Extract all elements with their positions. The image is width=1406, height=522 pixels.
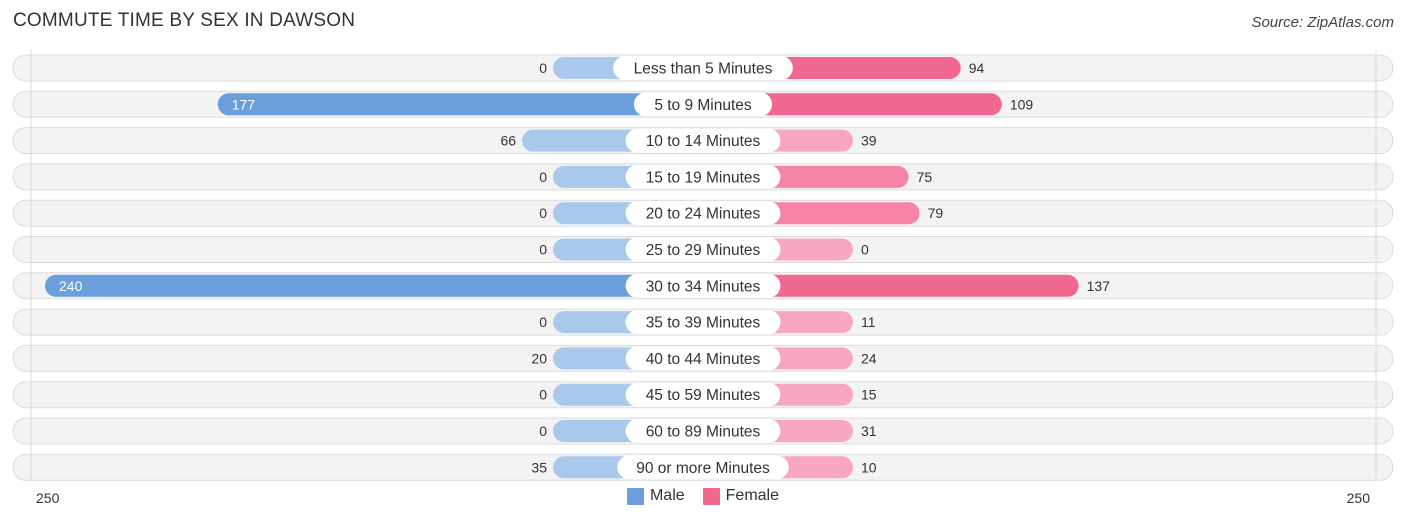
value-label-male: 240: [59, 278, 83, 294]
category-label: 25 to 29 Minutes: [646, 242, 761, 259]
bar-row: 5 to 9 Minutes 177 109: [12, 90, 1394, 118]
bar-row: Less than 5 Minutes 0 94: [12, 54, 1394, 82]
legend-swatch-female: [702, 487, 720, 505]
category-label: 15 to 19 Minutes: [646, 169, 761, 186]
value-label-male: 0: [539, 314, 547, 330]
legend: Male Female: [0, 487, 1406, 505]
bar-male: [217, 93, 703, 116]
value-label-male: 35: [531, 459, 547, 475]
value-label-female: 94: [969, 60, 985, 76]
bar-row: 25 to 29 Minutes 0 0: [12, 236, 1394, 263]
value-label-female: 31: [861, 423, 877, 439]
value-label-female: 137: [1087, 278, 1111, 294]
value-label-female: 0: [861, 242, 869, 258]
category-label: 35 to 39 Minutes: [646, 315, 761, 332]
category-label: Less than 5 Minutes: [634, 61, 773, 78]
bar-row: 20 to 24 Minutes 0 79: [12, 199, 1394, 227]
value-label-female: 15: [861, 387, 877, 403]
value-label-male: 0: [539, 242, 547, 258]
category-label: 40 to 44 Minutes: [646, 351, 761, 368]
bar-row: 40 to 44 Minutes 20 24: [12, 344, 1394, 372]
legend-label-female: Female: [725, 487, 780, 504]
bar-row: 30 to 34 Minutes 240 137: [12, 272, 1394, 300]
value-label-female: 11: [861, 314, 876, 330]
category-label: 20 to 24 Minutes: [646, 206, 761, 223]
bar-row: 60 to 89 Minutes 0 31: [12, 417, 1394, 445]
category-label: 10 to 14 Minutes: [646, 133, 761, 150]
value-label-female: 24: [861, 350, 877, 366]
value-label-female: 75: [917, 169, 933, 185]
value-label-male: 0: [539, 169, 547, 185]
category-label: 45 to 59 Minutes: [646, 387, 761, 404]
category-label: 60 to 89 Minutes: [646, 424, 761, 441]
value-label-female: 10: [861, 459, 877, 475]
value-label-female: 79: [928, 205, 944, 221]
value-label-male: 0: [539, 60, 547, 76]
legend-label-male: Male: [649, 487, 685, 504]
legend-item-male[interactable]: Male: [626, 487, 685, 505]
value-label-male: 0: [539, 205, 547, 221]
value-label-female: 39: [861, 133, 877, 149]
legend-item-female[interactable]: Female: [702, 487, 780, 505]
category-label: 90 or more Minutes: [636, 460, 770, 477]
value-label-male: 20: [531, 350, 547, 366]
bar-row: 35 to 39 Minutes 0 11: [12, 308, 1394, 336]
chart-area: Less than 5 Minutes 0 94 5 to 9 Minutes 177 1…: [12, 50, 1394, 506]
value-label-female: 109: [1010, 96, 1034, 112]
value-label-male: 66: [500, 133, 516, 149]
value-label-male: 0: [539, 387, 547, 403]
category-label: 5 to 9 Minutes: [654, 97, 752, 114]
bar-male: [45, 274, 703, 297]
bar-row: 45 to 59 Minutes 0 15: [12, 381, 1394, 409]
bar-row: 90 or more Minutes 35 10: [12, 453, 1394, 481]
legend-swatch-male: [626, 487, 644, 505]
category-label: 30 to 34 Minutes: [646, 278, 761, 295]
value-label-male: 0: [539, 423, 547, 439]
value-label-male: 177: [232, 96, 256, 112]
bar-row: 15 to 19 Minutes 0 75: [12, 163, 1394, 191]
bar-row: 10 to 14 Minutes 66 39: [12, 127, 1394, 155]
